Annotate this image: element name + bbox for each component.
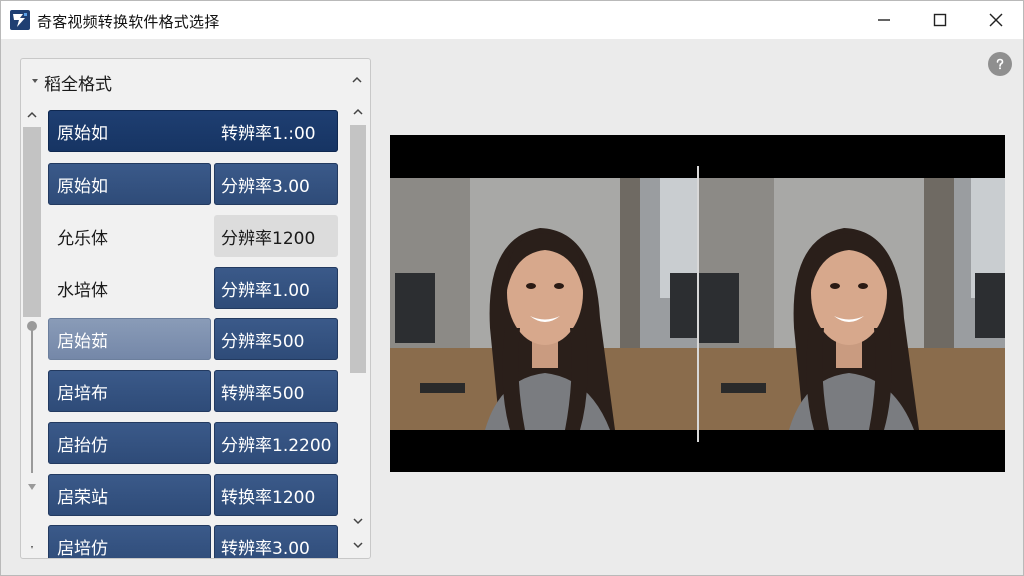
format-row[interactable]: 扂培仿 转辨率3.00 — [48, 525, 340, 559]
video-preview[interactable] — [390, 135, 1005, 472]
format-resolution-text: 分辨率1200 — [221, 228, 316, 249]
format-name[interactable]: 允乐体 — [48, 215, 211, 257]
scroll-down-small-icon[interactable] — [26, 543, 38, 555]
left-scroll-thumb[interactable] — [23, 127, 41, 317]
maximize-button[interactable] — [912, 1, 968, 39]
original-frame — [390, 178, 698, 430]
format-resolution[interactable]: 转辨率500 — [214, 370, 338, 412]
format-name-text: 扂培布 — [57, 383, 108, 404]
format-name[interactable]: 原始如 — [48, 163, 211, 205]
close-button[interactable] — [968, 1, 1024, 39]
format-resolution-text: 分辨率500 — [221, 331, 305, 352]
slider-track[interactable] — [31, 327, 33, 473]
help-button[interactable] — [988, 52, 1012, 76]
format-resolution[interactable]: 转辨率1.:00 — [214, 110, 338, 152]
chevron-up-icon[interactable] — [350, 73, 364, 87]
format-resolution[interactable]: 转换率1200 — [214, 474, 338, 516]
format-resolution[interactable]: 分辨率1200 — [214, 215, 338, 257]
format-row[interactable]: 扂荣站 转换率1200 — [48, 474, 340, 516]
format-resolution-text: 转辨率500 — [221, 383, 305, 404]
minimize-icon — [878, 19, 890, 21]
format-resolution[interactable]: 分辨率500 — [214, 318, 338, 360]
format-name[interactable]: 扂抬仿 — [48, 422, 211, 464]
app-window: 奇客视频转换软件格式选择 稻全格式 原始如 转辨率1.:00 原始如 分辨率3.… — [0, 0, 1024, 576]
converted-frame — [699, 178, 1005, 430]
format-name-text: 允乐体 — [57, 228, 108, 249]
format-name-text: 扂荣站 — [57, 487, 108, 508]
format-resolution-text: 分辨率3.00 — [221, 176, 310, 197]
scroll-down-icon[interactable] — [352, 515, 364, 527]
format-row[interactable]: 原始如 转辨率1.:00 — [48, 110, 340, 152]
slider-down-icon[interactable] — [26, 481, 38, 493]
format-resolution-text: 转辨率3.00 — [221, 538, 310, 559]
format-resolution[interactable]: 分辨率1.2200 — [214, 422, 338, 464]
right-scrollbar[interactable] — [348, 101, 368, 558]
panel-header[interactable]: 稻全格式 — [21, 59, 370, 103]
person-video-frame-image — [699, 178, 1005, 430]
format-resolution[interactable]: 转辨率3.00 — [214, 525, 338, 559]
format-name-text: 水培体 — [57, 280, 108, 301]
format-name[interactable]: 扂培布 — [48, 370, 211, 412]
format-name-text: 扂培仿 — [57, 538, 108, 559]
left-scrollbar[interactable] — [23, 105, 41, 558]
format-name[interactable]: 扂荣站 — [48, 474, 211, 516]
panel-title: 稻全格式 — [44, 75, 112, 95]
scroll-up-icon[interactable] — [352, 106, 364, 118]
format-resolution[interactable]: 分辨率1.00 — [214, 267, 338, 309]
scroll-up-icon[interactable] — [26, 109, 38, 121]
format-row[interactable]: 扂培布 转辨率500 — [48, 370, 340, 412]
format-name[interactable]: 水培体 — [48, 267, 211, 309]
format-resolution[interactable]: 分辨率3.00 — [214, 163, 338, 205]
minimize-button[interactable] — [856, 1, 912, 39]
title-bar[interactable]: 奇客视频转换软件格式选择 — [1, 1, 1023, 39]
format-row[interactable]: 原始如 分辨率3.00 — [48, 163, 340, 205]
format-row[interactable]: 扂抬仿 分辨率1.2200 — [48, 422, 340, 464]
format-row[interactable]: 水培体 分辨率1.00 — [48, 267, 340, 309]
format-panel: 稻全格式 原始如 转辨率1.:00 原始如 分辨率3.00 允乐体 分辨率120… — [20, 58, 371, 559]
format-resolution-text: 转辨率1.:00 — [221, 123, 316, 144]
format-name-text: 原始如 — [57, 123, 108, 144]
right-scroll-thumb[interactable] — [350, 125, 366, 373]
format-resolution-text: 分辨率1.00 — [221, 280, 310, 301]
expand-triangle-icon[interactable] — [30, 76, 40, 86]
format-name[interactable]: 扂培仿 — [48, 525, 211, 559]
help-icon — [996, 58, 1004, 70]
format-name-text: 扂始茹 — [57, 331, 108, 352]
person-video-frame-image — [390, 178, 698, 430]
app-logo-icon — [10, 10, 30, 30]
format-name-text: 扂抬仿 — [57, 435, 108, 456]
format-resolution-text: 转换率1200 — [221, 487, 316, 508]
maximize-icon — [933, 13, 947, 27]
close-icon — [989, 13, 1003, 27]
format-resolution-text: 分辨率1.2200 — [221, 435, 332, 456]
window-title: 奇客视频转换软件格式选择 — [37, 13, 220, 31]
format-name-text: 原始如 — [57, 176, 108, 197]
format-row[interactable]: 扂始茹 分辨率500 — [48, 318, 340, 360]
format-name[interactable]: 扂始茹 — [48, 318, 211, 360]
scroll-down-icon[interactable] — [352, 539, 364, 551]
format-row[interactable]: 允乐体 分辨率1200 — [48, 215, 340, 257]
comparison-divider[interactable] — [697, 166, 699, 442]
